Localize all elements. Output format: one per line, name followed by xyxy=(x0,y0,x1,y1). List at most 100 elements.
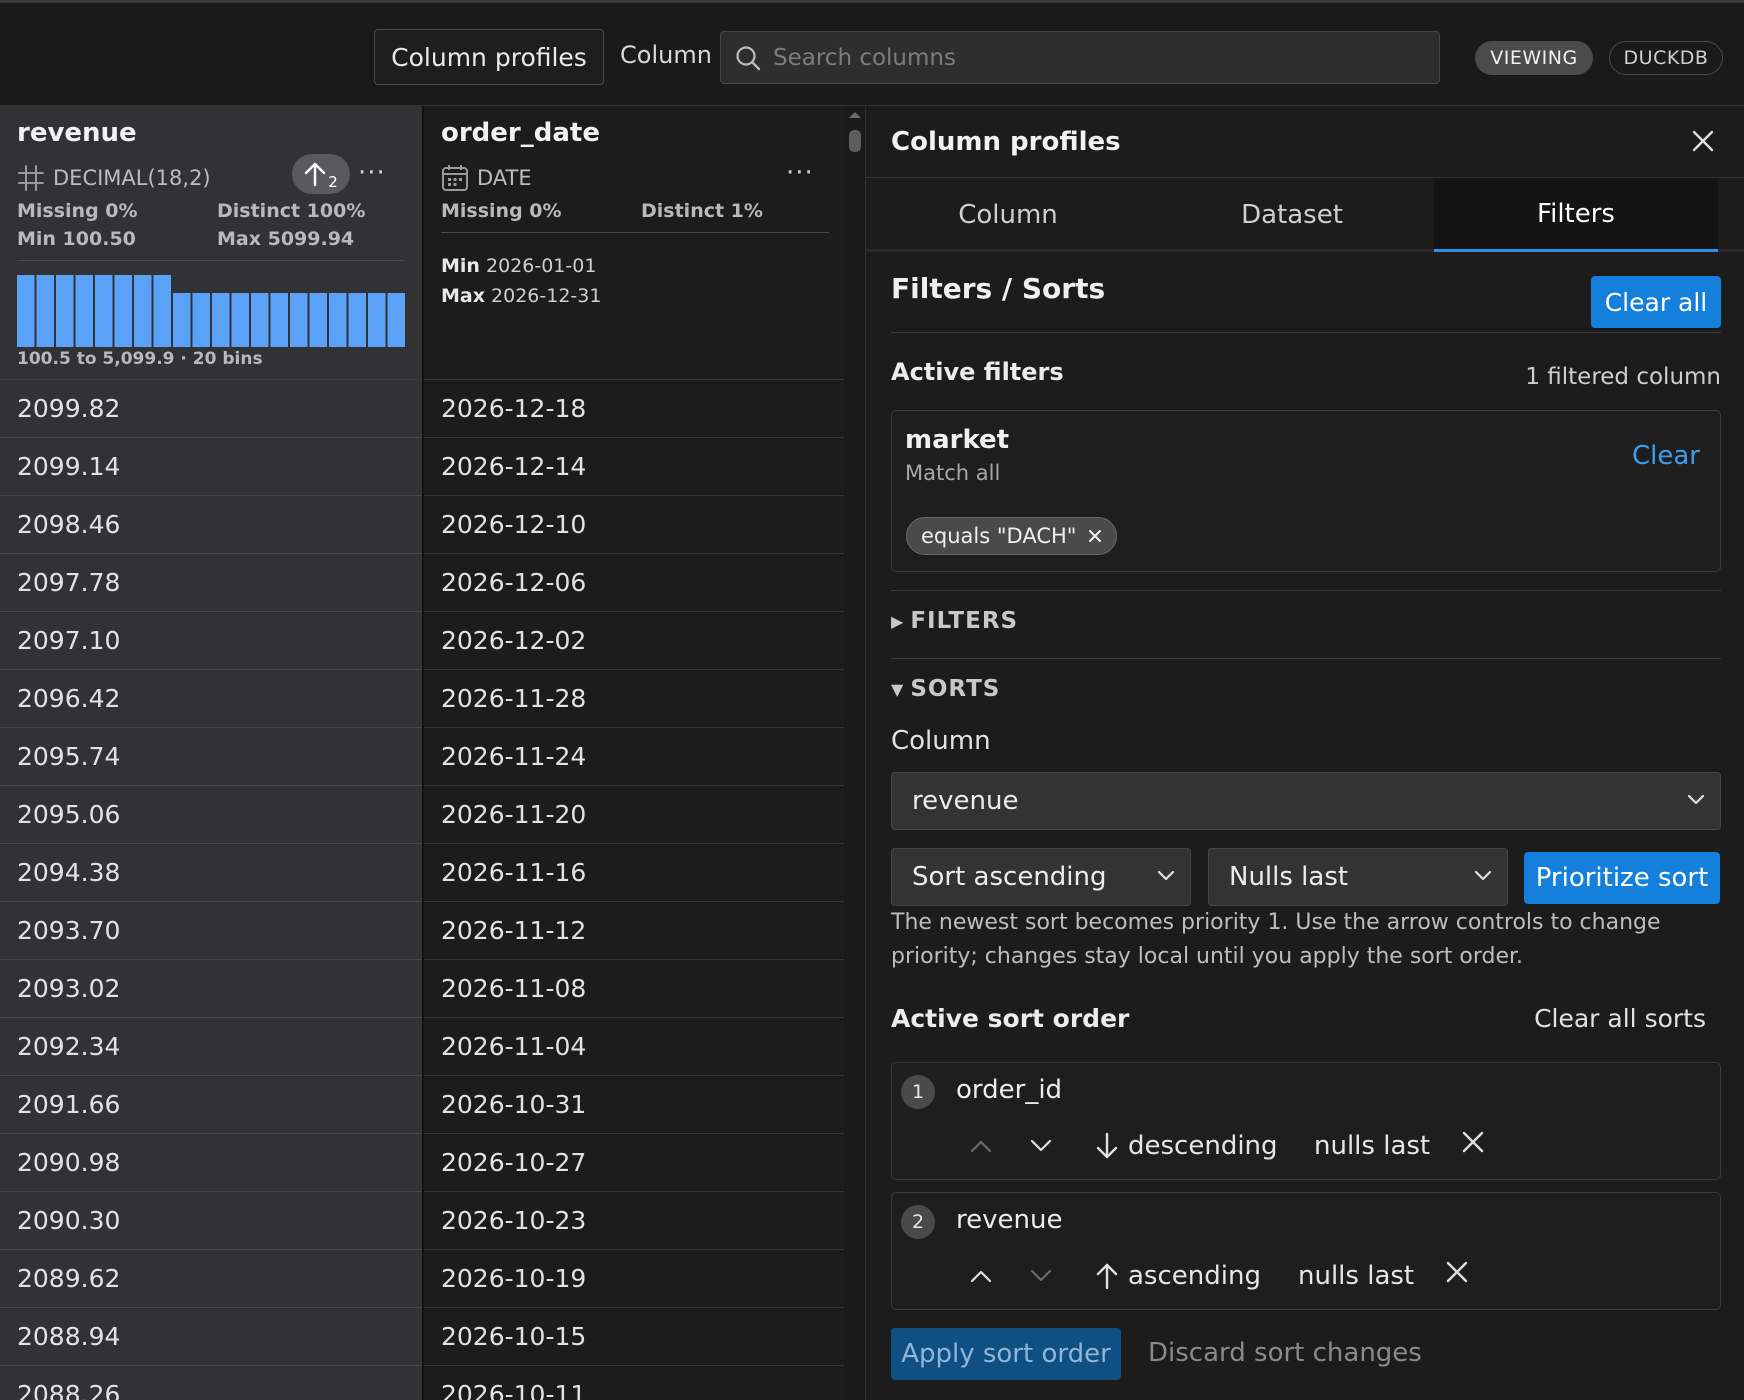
histogram-bar xyxy=(309,293,327,347)
remove-sort-icon[interactable] xyxy=(1446,1261,1468,1283)
table-cell[interactable]: 2026-12-02 xyxy=(424,612,844,670)
calendar-icon xyxy=(442,165,468,191)
table-cell[interactable]: 2095.74 xyxy=(0,728,422,786)
table-cell[interactable]: 2026-11-04 xyxy=(424,1018,844,1076)
sort-direction-value: Sort ascending xyxy=(912,862,1107,892)
divider xyxy=(891,332,1721,333)
nulls-select[interactable]: Nulls last xyxy=(1208,848,1508,906)
table-cell[interactable]: 2026-11-28 xyxy=(424,670,844,728)
caret-right-icon: ▶ xyxy=(891,611,905,631)
discard-sort-changes-button[interactable]: Discard sort changes xyxy=(1148,1338,1422,1368)
table-cell[interactable]: 2096.42 xyxy=(0,670,422,728)
table-cell[interactable]: 2026-10-11 xyxy=(424,1366,844,1400)
filter-chip[interactable]: equals "DACH" xyxy=(906,517,1118,555)
sort-column: order_id xyxy=(956,1075,1063,1105)
column-header-revenue[interactable]: revenue DECIMAL(18,2) 2 ··· Missing 0% D… xyxy=(0,106,422,380)
table-cell[interactable]: 2090.30 xyxy=(0,1192,422,1250)
scroll-thumb[interactable] xyxy=(849,130,861,152)
table-cell[interactable]: 2026-10-15 xyxy=(424,1308,844,1366)
sorts-disclosure[interactable]: ▼ SORTS xyxy=(891,676,1000,702)
filter-clear-link[interactable]: Clear xyxy=(1632,441,1700,471)
move-up-icon[interactable] xyxy=(970,1139,992,1153)
filter-column: market xyxy=(905,425,1010,455)
chevron-down-icon xyxy=(1687,794,1705,805)
column-name: order_date xyxy=(441,118,600,148)
table-cell[interactable]: 2026-12-06 xyxy=(424,554,844,612)
table-cell[interactable]: 2095.06 xyxy=(0,786,422,844)
sort-nulls-toggle[interactable]: nulls last xyxy=(1298,1261,1414,1291)
move-up-icon[interactable] xyxy=(970,1269,992,1283)
more-icon[interactable]: ··· xyxy=(786,158,814,188)
table-cell[interactable]: 2026-11-20 xyxy=(424,786,844,844)
table-cell[interactable]: 2093.02 xyxy=(0,960,422,1018)
column-order-date: order_date DATE ··· Missing 0% Distinct … xyxy=(422,106,844,1400)
histogram-bar xyxy=(17,275,35,347)
divider xyxy=(891,658,1721,659)
filters-section-label: FILTERS xyxy=(910,608,1019,634)
panel-title: Column profiles xyxy=(891,126,1121,157)
revenue-cells: 2099.82 2099.14 2098.46 2097.78 2097.10 2096.… xyxy=(0,380,422,1400)
table-cell[interactable]: 2026-11-08 xyxy=(424,960,844,1018)
close-icon[interactable] xyxy=(1692,130,1714,152)
table-cell[interactable]: 2094.38 xyxy=(0,844,422,902)
histogram-bar xyxy=(212,293,230,347)
sort-column-select[interactable]: revenue xyxy=(891,772,1721,830)
clear-all-sorts-button[interactable]: Clear all sorts xyxy=(1534,1004,1706,1033)
table-cell[interactable]: 2026-10-19 xyxy=(424,1250,844,1308)
tab-filters[interactable]: Filters xyxy=(1434,178,1718,252)
move-down-icon[interactable] xyxy=(1030,1139,1052,1153)
table-cell[interactable]: 2089.62 xyxy=(0,1250,422,1308)
sort-priority: 2 xyxy=(901,1205,935,1239)
table-cell[interactable]: 2099.14 xyxy=(0,438,422,496)
duckdb-badge: DUCKDB xyxy=(1609,41,1723,75)
column-type: DATE xyxy=(477,166,532,190)
table-cell[interactable]: 2097.10 xyxy=(0,612,422,670)
column-profiles-button[interactable]: Column profiles xyxy=(374,29,604,85)
move-down-icon[interactable] xyxy=(1030,1269,1052,1283)
table-cell[interactable]: 2092.34 xyxy=(0,1018,422,1076)
column-header-order-date[interactable]: order_date DATE ··· Missing 0% Distinct … xyxy=(424,106,844,380)
table-cell[interactable]: 2026-12-18 xyxy=(424,380,844,438)
more-icon[interactable]: ··· xyxy=(358,158,386,188)
data-grid: revenue DECIMAL(18,2) 2 ··· Missing 0% D… xyxy=(0,106,844,1400)
table-cell[interactable]: 2099.82 xyxy=(0,380,422,438)
histogram-bar xyxy=(36,275,54,347)
sort-priority-badge[interactable]: 2 xyxy=(292,154,350,194)
table-cell[interactable]: 2090.98 xyxy=(0,1134,422,1192)
table-cell[interactable]: 2026-11-24 xyxy=(424,728,844,786)
table-cell[interactable]: 2026-10-27 xyxy=(424,1134,844,1192)
tab-dataset[interactable]: Dataset xyxy=(1150,178,1434,252)
table-cell[interactable]: 2026-11-12 xyxy=(424,902,844,960)
table-cell[interactable]: 2098.46 xyxy=(0,496,422,554)
sort-direction-select[interactable]: Sort ascending xyxy=(891,848,1191,906)
sort-nulls-toggle[interactable]: nulls last xyxy=(1314,1131,1430,1161)
histogram-bar xyxy=(95,275,113,347)
search-box[interactable] xyxy=(720,31,1440,84)
prioritize-sort-button[interactable]: Prioritize sort xyxy=(1524,852,1720,904)
remove-sort-icon[interactable] xyxy=(1462,1131,1484,1153)
table-cell[interactable]: 2026-12-14 xyxy=(424,438,844,496)
tab-column[interactable]: Column xyxy=(866,178,1150,252)
sort-direction-toggle[interactable]: ascending xyxy=(1096,1261,1261,1291)
table-cell[interactable]: 2026-12-10 xyxy=(424,496,844,554)
apply-sort-order-button[interactable]: Apply sort order xyxy=(891,1328,1121,1380)
sort-direction-toggle[interactable]: descending xyxy=(1096,1131,1278,1161)
histogram-bar xyxy=(329,293,347,347)
filters-disclosure[interactable]: ▶ FILTERS xyxy=(891,608,1018,634)
clear-all-button[interactable]: Clear all xyxy=(1591,276,1721,328)
table-cell[interactable]: 2097.78 xyxy=(0,554,422,612)
table-cell[interactable]: 2091.66 xyxy=(0,1076,422,1134)
scroll-up-icon[interactable] xyxy=(849,112,861,118)
remove-chip-icon[interactable] xyxy=(1088,529,1102,543)
table-cell[interactable]: 2093.70 xyxy=(0,902,422,960)
table-cell[interactable]: 2026-10-31 xyxy=(424,1076,844,1134)
table-cell[interactable]: 2088.26 xyxy=(0,1366,422,1400)
table-cell[interactable]: 2026-11-16 xyxy=(424,844,844,902)
table-cell[interactable]: 2026-10-23 xyxy=(424,1192,844,1250)
search-input[interactable] xyxy=(773,44,1413,71)
grid-scrollbar[interactable] xyxy=(844,106,866,1400)
histogram-bar xyxy=(134,275,152,347)
histogram-bar xyxy=(114,275,132,347)
sort-column-value: revenue xyxy=(912,786,1019,816)
table-cell[interactable]: 2088.94 xyxy=(0,1308,422,1366)
